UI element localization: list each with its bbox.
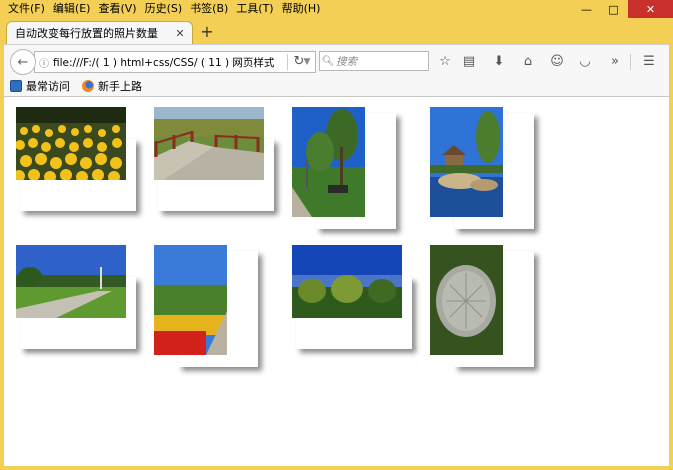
photo-card bbox=[154, 245, 272, 367]
hamburger-menu-icon[interactable]: ☰ bbox=[638, 51, 660, 71]
bookmark-most-visited[interactable]: 最常访问 bbox=[10, 78, 70, 94]
page-content bbox=[4, 97, 669, 466]
bookmarks-bar: 最常访问 新手上路 bbox=[4, 76, 669, 97]
photo-card bbox=[292, 107, 410, 229]
photo-manhole-grass bbox=[430, 245, 503, 355]
tab-active[interactable]: 自动改变每行放置的照片数量 ✕ bbox=[6, 21, 193, 44]
reload-icon[interactable]: ↻ bbox=[288, 51, 310, 71]
menu-edit[interactable]: 编辑(E) bbox=[49, 0, 95, 18]
menu-help[interactable]: 帮助(H) bbox=[278, 0, 325, 18]
new-tab-button[interactable]: + bbox=[197, 22, 217, 42]
downloads-icon[interactable]: ⬇ bbox=[488, 51, 510, 71]
search-bar[interactable]: 🔍︎ 搜索 bbox=[319, 51, 429, 71]
pocket-icon[interactable]: ◡ bbox=[574, 51, 596, 71]
url-text[interactable]: file:///F:/( 1 ) html+css/CSS/ ( 11 ) 网页… bbox=[53, 55, 299, 70]
toolbar-divider bbox=[630, 54, 631, 70]
menu-history[interactable]: 历史(S) bbox=[141, 0, 187, 18]
bookmark-star-icon[interactable]: ☆ bbox=[434, 51, 456, 71]
tab-strip: 自动改变每行放置的照片数量 ✕ + bbox=[4, 19, 669, 44]
photo-blue-sky-trees bbox=[292, 245, 402, 318]
menu-file[interactable]: 文件(F) bbox=[4, 0, 49, 18]
menu-tools[interactable]: 工具(T) bbox=[232, 0, 277, 18]
search-icon: 🔍︎ bbox=[321, 55, 335, 67]
bookmark-label: 最常访问 bbox=[26, 80, 70, 93]
firefox-icon bbox=[82, 80, 94, 92]
bookmark-folder-icon bbox=[10, 80, 22, 92]
browser-window: 文件(F) 编辑(E) 查看(V) 历史(S) 书签(B) 工具(T) 帮助(H… bbox=[0, 0, 673, 470]
tab-close-icon[interactable]: ✕ bbox=[172, 27, 188, 40]
hello-chat-icon[interactable]: ☺ bbox=[546, 51, 568, 71]
photo-card bbox=[154, 107, 274, 215]
menu-view[interactable]: 查看(V) bbox=[94, 0, 140, 18]
reading-list-icon[interactable]: ▤ bbox=[458, 51, 480, 71]
overflow-chevron-icon[interactable]: » bbox=[604, 51, 626, 71]
photo-pavilion-lake bbox=[430, 107, 503, 217]
maximize-button[interactable]: □ bbox=[600, 0, 627, 18]
url-bar[interactable]: ⓘ file:///F:/( 1 ) html+css/CSS/ ( 11 ) … bbox=[34, 51, 316, 73]
menu-bookmarks[interactable]: 书签(B) bbox=[186, 0, 232, 18]
back-button[interactable]: ← bbox=[10, 49, 36, 75]
photo-red-flowers-path bbox=[154, 245, 227, 355]
info-icon[interactable]: ⓘ bbox=[35, 55, 53, 70]
nav-toolbar: ⓘ file:///F:/( 1 ) html+css/CSS/ ( 11 ) … bbox=[4, 44, 669, 77]
back-arrow-icon: ← bbox=[17, 54, 29, 70]
photo-card bbox=[16, 107, 136, 215]
photo-card bbox=[292, 245, 412, 353]
photo-card bbox=[430, 107, 548, 229]
photo-card bbox=[430, 245, 548, 367]
photo-card bbox=[16, 245, 136, 353]
home-icon[interactable]: ⌂ bbox=[517, 51, 539, 71]
close-window-button[interactable]: ✕ bbox=[628, 0, 673, 18]
bookmark-label: 新手上路 bbox=[98, 80, 142, 93]
photo-wooden-bridge bbox=[154, 107, 264, 180]
bookmark-getting-started[interactable]: 新手上路 bbox=[82, 78, 142, 94]
photo-park-bench-trees bbox=[292, 107, 365, 217]
minimize-button[interactable]: — bbox=[573, 0, 600, 18]
photo-park-path bbox=[16, 245, 126, 318]
search-placeholder: 搜索 bbox=[336, 55, 357, 68]
menu-bar: 文件(F) 编辑(E) 查看(V) 历史(S) 书签(B) 工具(T) 帮助(H… bbox=[4, 0, 324, 18]
tab-title: 自动改变每行放置的照片数量 bbox=[15, 27, 158, 40]
photo-yellow-flowers bbox=[16, 107, 126, 180]
